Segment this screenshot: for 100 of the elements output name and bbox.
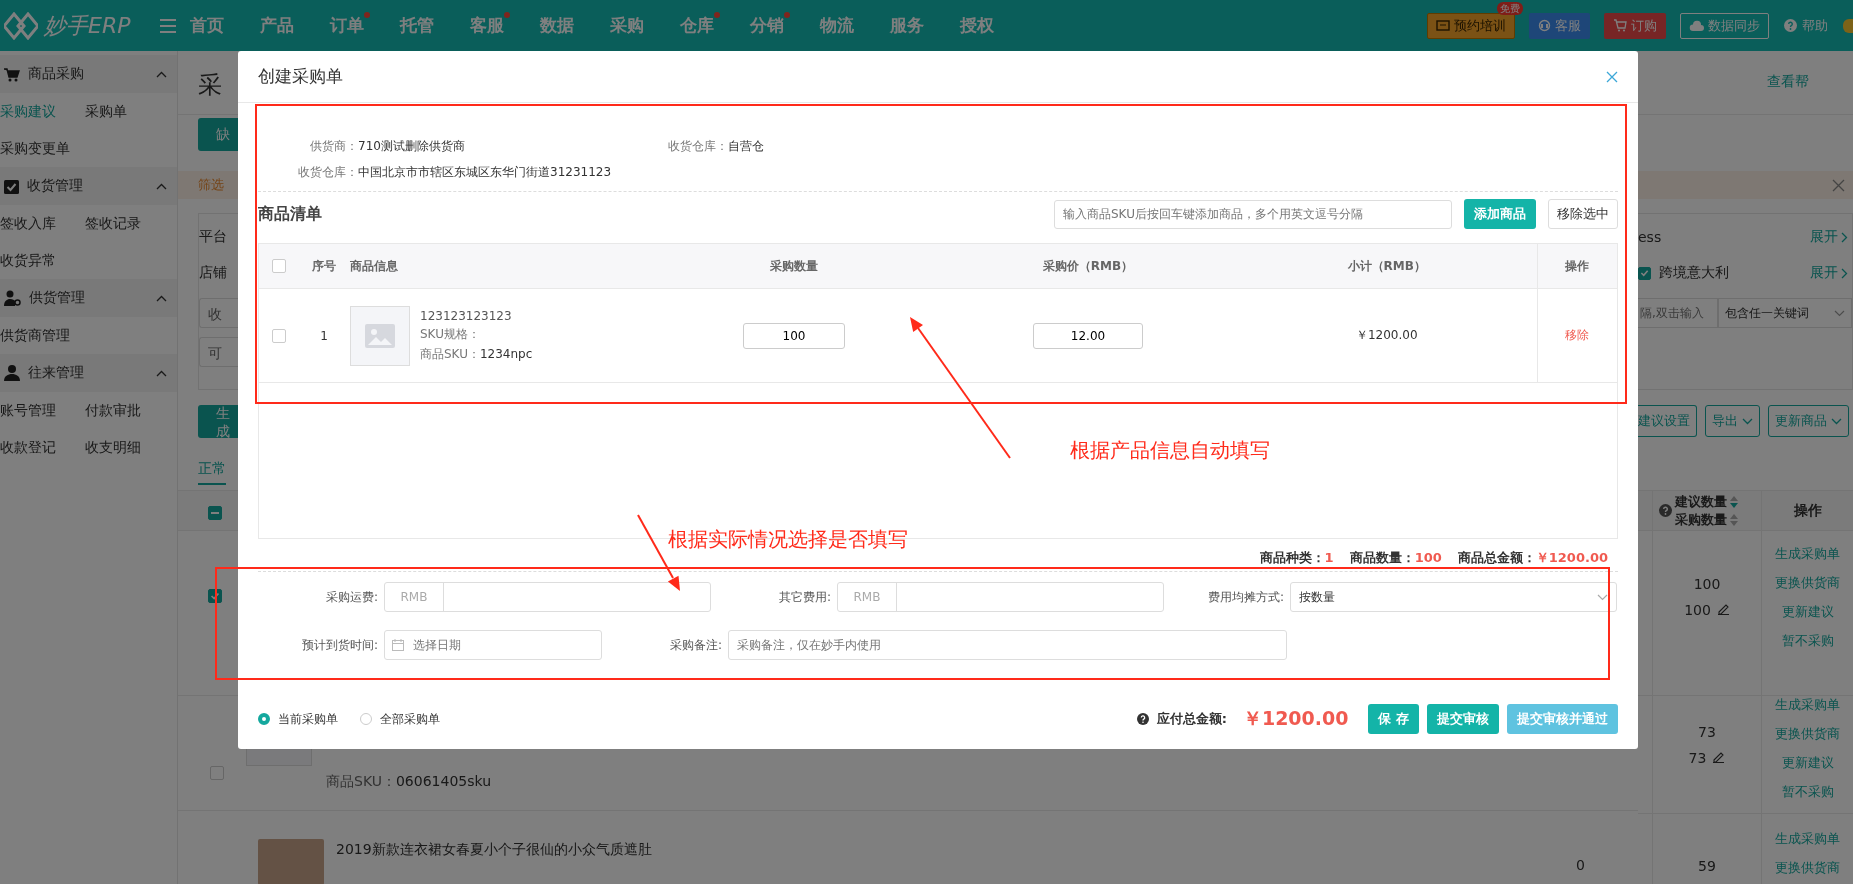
row-action-link[interactable]: 生成采购单 (1775, 545, 1840, 563)
sidebar-item[interactable]: 签收入库 (0, 205, 85, 242)
sidebar-item[interactable]: 收款登记 (0, 429, 85, 466)
chevron-down-icon (1831, 417, 1842, 425)
quantity-input[interactable]: 100 (743, 322, 845, 349)
nav-menu-item[interactable]: 托管 (400, 14, 470, 37)
toolbar-button[interactable]: 建议设置 (1638, 405, 1697, 437)
sidebar-item[interactable]: 签收记录 (85, 205, 170, 242)
row-action-link[interactable]: 暂不采购 (1781, 632, 1834, 650)
row-action-link[interactable]: 生成采购单 (1775, 696, 1840, 714)
sku-spec-label: SKU规格： (420, 325, 481, 343)
select-all-checkbox[interactable] (272, 259, 286, 274)
row-action-link[interactable]: 更换供货商 (1775, 574, 1840, 592)
filter-notice: 筛选 (178, 171, 238, 199)
logo-text: 妙手ERP (44, 11, 131, 40)
row-checkbox[interactable] (272, 328, 286, 343)
dialog-action-button[interactable]: 提交审核并通过 (1507, 704, 1618, 734)
summary-value: 100 (1414, 550, 1442, 565)
remove-link[interactable]: 移除 (1565, 328, 1590, 342)
row-action-link[interactable]: 暂不采购 (1781, 783, 1834, 801)
nav-menu-item[interactable]: 订单 (330, 14, 400, 37)
total-amount: ￥1200.00 (1242, 706, 1349, 731)
row-action-link[interactable]: 更新建议 (1781, 603, 1834, 621)
table-cell-text: 100 (1692, 576, 1722, 592)
radio-label[interactable]: 当前采购单 (278, 710, 338, 728)
row-action-link[interactable]: 更换供货商 (1775, 859, 1840, 877)
remark-input[interactable]: 采购备注，仅在妙手内使用 (728, 630, 1287, 660)
sidebar-item[interactable]: 采购单 (85, 93, 170, 130)
keyword-input[interactable]: 隔,双击输入 (1638, 298, 1718, 328)
close-icon[interactable] (1606, 70, 1618, 83)
toolbar-button[interactable]: 更新商品 (1768, 405, 1849, 437)
dialog-title: 创建采购单 (258, 65, 343, 88)
select-all-checkbox[interactable] (208, 505, 222, 520)
row-action-link[interactable]: 更换供货商 (1775, 725, 1840, 743)
sidebar-group-header[interactable]: 收货管理 (0, 167, 177, 205)
training-button[interactable]: 预约培训 (1427, 12, 1515, 39)
row-action-link[interactable]: 更新建议 (1781, 754, 1834, 772)
match-mode-select[interactable]: 包含任一关键词 (1718, 298, 1852, 328)
radio-button[interactable] (258, 713, 270, 725)
expand-link[interactable]: 展开 (1810, 228, 1848, 246)
order-button[interactable]: 订购 (1604, 12, 1666, 39)
nav-menu-item[interactable]: 仓库 (680, 14, 750, 37)
sidebar-item[interactable]: 采购变更单 (0, 130, 85, 167)
add-product-button[interactable]: 添加商品 (1464, 199, 1536, 229)
dialog-action-button[interactable]: 保 存 (1368, 704, 1419, 734)
sidebar-item[interactable]: 采购建议 (0, 93, 85, 130)
total-label: 应付总金额: (1156, 710, 1227, 728)
form-label: 采购备注: (668, 636, 722, 654)
annotation-text: 根据产品信息自动填写 (1070, 437, 1270, 464)
menu-icon[interactable] (160, 18, 176, 33)
help-link[interactable]: 帮助 (1783, 11, 1829, 40)
sidebar-item[interactable]: 供货商管理 (0, 317, 85, 354)
data-sync-button[interactable]: 数据同步 (1680, 12, 1769, 39)
sidebar-item[interactable]: 收支明细 (85, 429, 170, 466)
date-field[interactable]: 选择日期 (384, 630, 602, 660)
sidebar-group-header[interactable]: 商品采购 (0, 55, 177, 93)
close-icon[interactable] (1832, 178, 1845, 192)
toolbar-button[interactable]: 导出 (1705, 405, 1760, 437)
sidebar-item[interactable]: 付款审批 (85, 392, 170, 429)
sidebar-item[interactable]: 账号管理 (0, 392, 85, 429)
dialog-action-button[interactable]: 提交审核 (1427, 704, 1499, 734)
nav-menu-item[interactable]: 产品 (260, 14, 330, 37)
nav-menu-item[interactable]: 采购 (610, 14, 680, 37)
nav-menu-item[interactable]: 数据 (540, 14, 610, 37)
radio-label[interactable]: 全部采购单 (380, 710, 440, 728)
pencil-icon[interactable] (1716, 602, 1730, 615)
nav-menu-item[interactable]: 授权 (960, 14, 1030, 37)
nav-menu-item[interactable]: 物流 (820, 14, 890, 37)
expand-link[interactable]: 展开 (1810, 264, 1848, 282)
customer-service-button[interactable]: 客服 (1529, 12, 1590, 39)
sidebar-group-header[interactable]: 供货管理 (0, 279, 177, 317)
sort-icon[interactable] (1730, 513, 1738, 526)
help-icon (1659, 504, 1672, 517)
sku-input[interactable]: 输入商品SKU后按回车键添加商品，多个用英文逗号分隔 (1054, 199, 1452, 229)
remove-selected-button[interactable]: 移除选中 (1548, 199, 1618, 229)
summary-label: 商品总金额： (1457, 550, 1536, 565)
pencil-icon[interactable] (1712, 750, 1726, 763)
table-cell-text: 73 (1697, 724, 1717, 740)
amount-field[interactable]: RMB (837, 582, 1164, 612)
status-tab[interactable]: 正常 (198, 460, 226, 485)
column-header: 采购价（RMB） (1042, 258, 1134, 273)
row-action-link[interactable]: 生成采购单 (1775, 830, 1840, 848)
nav-menu-item[interactable]: 首页 (190, 14, 260, 37)
row-checkbox[interactable] (210, 766, 224, 780)
sort-icon[interactable] (1730, 495, 1738, 508)
summary-value: 1 (1324, 550, 1334, 565)
sidebar-group-header[interactable]: 往来管理 (0, 354, 177, 392)
platform-option[interactable]: ess (1638, 229, 1662, 245)
sidebar-item[interactable]: 收货异常 (0, 242, 85, 279)
site-checkbox[interactable] (1638, 266, 1651, 280)
price-input[interactable]: 12.00 (1033, 322, 1143, 349)
filter-label: 平台 (199, 228, 227, 246)
nav-menu-item[interactable]: 服务 (890, 14, 960, 37)
amount-field[interactable]: RMB (384, 582, 711, 612)
nav-menu-item[interactable]: 客服 (470, 14, 540, 37)
shortage-button[interactable]: 缺 (198, 118, 238, 151)
help-link[interactable]: 查看帮 (1767, 73, 1809, 89)
allocation-select[interactable]: 按数量 (1290, 582, 1617, 612)
nav-menu-item[interactable]: 分销 (750, 14, 820, 37)
generate-button[interactable]: 生成 (198, 405, 238, 438)
